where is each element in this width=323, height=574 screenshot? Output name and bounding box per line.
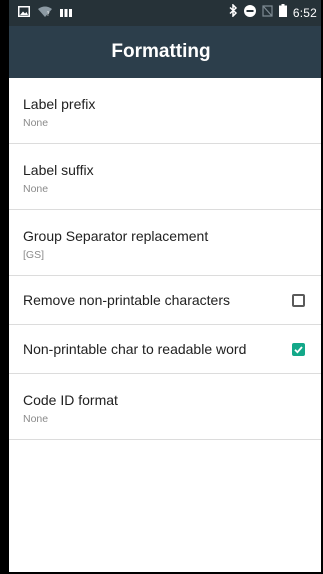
page-title: Formatting (111, 41, 211, 62)
setting-summary: None (23, 413, 49, 425)
settings-list: Label prefix None Label suffix None Grou… (9, 78, 321, 440)
setting-label-prefix[interactable]: Label prefix None (9, 78, 321, 144)
setting-summary: [GS] (23, 249, 45, 261)
setting-title: Label suffix (23, 162, 94, 178)
signal-bars-icon (60, 4, 72, 22)
battery-icon (278, 4, 287, 22)
non-printable-to-word-checkbox[interactable] (292, 342, 305, 356)
setting-summary: None (23, 183, 49, 195)
setting-code-id-format[interactable]: Code ID format None (9, 374, 321, 440)
setting-non-printable-to-word[interactable]: Non-printable char to readable word (9, 325, 321, 374)
no-sim-icon (262, 4, 273, 22)
checkmark-icon (294, 345, 303, 354)
bluetooth-icon (229, 3, 238, 22)
setting-title: Remove non-printable characters (23, 292, 230, 308)
app-bar: Formatting (9, 26, 321, 78)
do-not-disturb-icon (243, 4, 256, 22)
setting-summary: None (23, 117, 49, 129)
svg-text:?: ? (47, 11, 50, 17)
status-time: 6:52 (292, 6, 317, 20)
setting-group-separator-replacement[interactable]: Group Separator replacement [GS] (9, 210, 321, 276)
status-bar: ? 6:52 (9, 0, 321, 26)
remove-non-printable-checkbox[interactable] (292, 293, 305, 307)
setting-title: Code ID format (23, 392, 118, 408)
image-icon (18, 4, 30, 22)
setting-title: Label prefix (23, 96, 96, 112)
wifi-question-icon: ? (38, 4, 52, 22)
setting-label-suffix[interactable]: Label suffix None (9, 144, 321, 210)
setting-title: Group Separator replacement (23, 228, 209, 244)
setting-title: Non-printable char to readable word (23, 341, 247, 357)
setting-remove-non-printable[interactable]: Remove non-printable characters (9, 276, 321, 325)
